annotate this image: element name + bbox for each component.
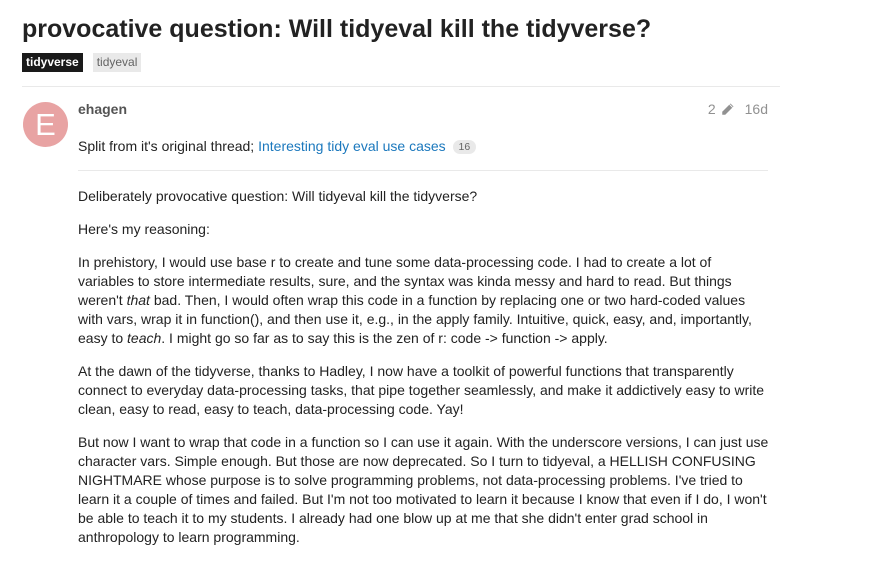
edit-history-button[interactable]: 2 [708, 101, 735, 117]
post-age[interactable]: 16d [745, 101, 768, 117]
post-body: Deliberately provocative question: Will … [78, 187, 770, 561]
split-notice-text: Split from it's original thread; [78, 138, 259, 154]
emphasis-text: teach [127, 330, 162, 346]
tag-list: tidyverse tidyeval [22, 53, 142, 72]
tag-tidyverse[interactable]: tidyverse [22, 53, 83, 72]
pencil-icon [721, 103, 734, 115]
paragraph: But now I want to wrap that code in a fu… [78, 434, 769, 545]
paragraph-text: . I might go so far as to say this is th… [161, 330, 608, 346]
emphasis-text: that [126, 292, 150, 308]
post-meta: 2 16d [708, 101, 768, 117]
username[interactable]: ehagen [78, 101, 127, 117]
title-divider [22, 86, 780, 87]
paragraph: Here's my reasoning: [78, 221, 210, 237]
link-click-count: 16 [452, 140, 477, 154]
topic-title: provocative question: Will tidyeval kill… [22, 15, 652, 43]
paragraph: In prehistory, I would use base r to cre… [78, 253, 770, 348]
edit-count: 2 [707, 101, 716, 117]
paragraph: At the dawn of the tidyverse, thanks to … [78, 363, 765, 417]
tag-tidyeval[interactable]: tidyeval [92, 53, 142, 72]
avatar[interactable]: E [23, 102, 68, 147]
post-divider [78, 170, 768, 171]
original-thread-link[interactable]: Interesting tidy eval use cases [258, 138, 446, 154]
split-notice: Split from it's original thread; Interes… [78, 138, 477, 154]
paragraph: Deliberately provocative question: Will … [78, 188, 478, 204]
